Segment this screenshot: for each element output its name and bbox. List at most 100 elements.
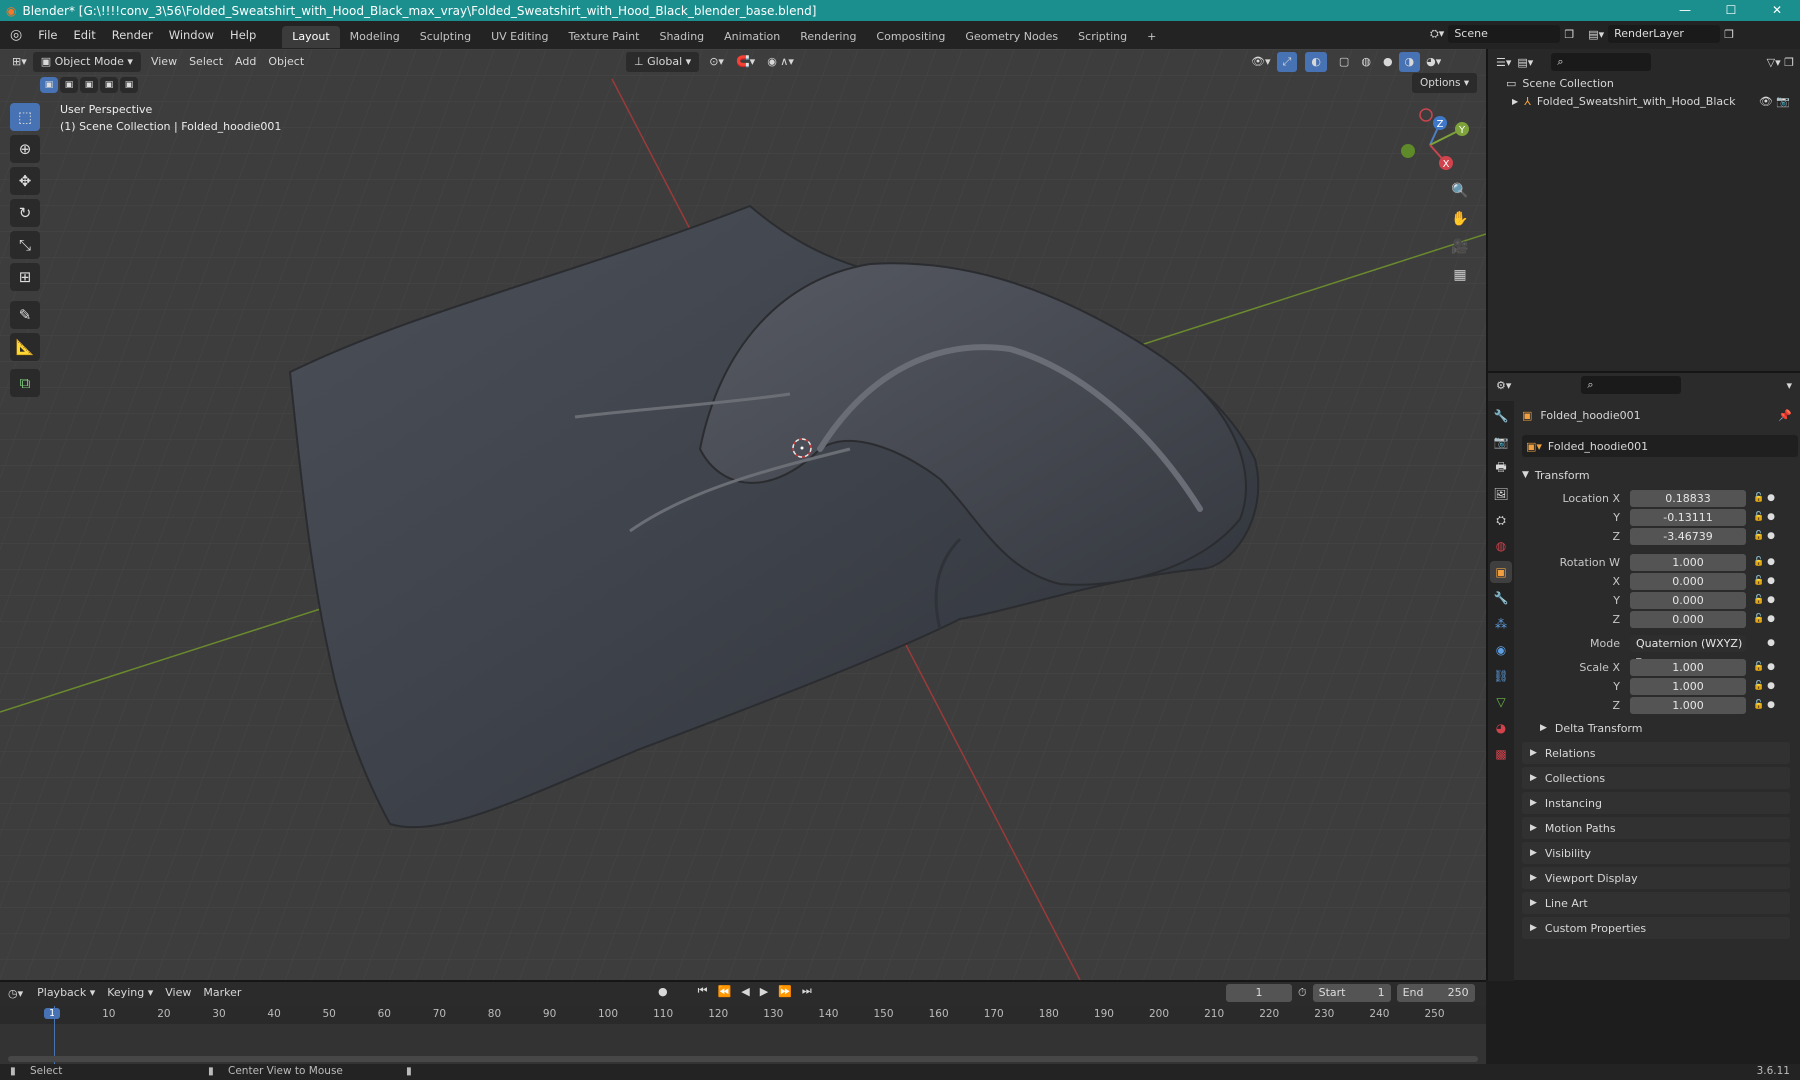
- rotation-mode-dropdown[interactable]: Quaternion (WXYZ) ▾: [1630, 634, 1746, 667]
- menu-edit[interactable]: Edit: [65, 21, 103, 49]
- add-workspace-button[interactable]: +: [1137, 26, 1166, 48]
- ortho-grid-icon[interactable]: ▦: [1448, 263, 1472, 287]
- keyframe-dot-icon[interactable]: ●: [1766, 576, 1776, 586]
- timeline-editor-icon[interactable]: ◷▾: [8, 987, 23, 1000]
- rotation-w-field[interactable]: 1.000: [1630, 553, 1746, 571]
- keyframe-dot-icon[interactable]: ●: [1766, 614, 1776, 624]
- physics-tab-icon[interactable]: ◉: [1490, 639, 1512, 661]
- tab-shading[interactable]: Shading: [649, 26, 714, 48]
- panel-line-art[interactable]: ▶ Line Art: [1522, 892, 1790, 914]
- tool-tab-icon[interactable]: 🔧: [1490, 405, 1512, 427]
- next-keyframe-icon[interactable]: ⏩: [778, 985, 792, 998]
- panel-viewport-display[interactable]: ▶ Viewport Display: [1522, 867, 1790, 889]
- transform-panel-header[interactable]: ▼ Transform: [1522, 465, 1798, 485]
- material-shading-icon[interactable]: ◑: [1398, 52, 1421, 72]
- tab-texture-paint[interactable]: Texture Paint: [558, 26, 649, 48]
- keyframe-dot-icon[interactable]: ●: [1766, 700, 1776, 710]
- keyframe-dot-icon[interactable]: ●: [1766, 638, 1776, 648]
- tab-scripting[interactable]: Scripting: [1068, 26, 1137, 48]
- keyframe-dot-icon[interactable]: ●: [1766, 512, 1776, 522]
- render-tab-icon[interactable]: 📷: [1490, 431, 1512, 453]
- record-icon[interactable]: ●: [658, 985, 668, 998]
- lock-icon[interactable]: 🔓: [1752, 512, 1766, 522]
- lock-icon[interactable]: 🔓: [1752, 576, 1766, 586]
- play-reverse-icon[interactable]: ◀: [741, 985, 749, 998]
- new-scene-icon[interactable]: ❐: [1564, 28, 1574, 41]
- mode-selector[interactable]: ▣ Object Mode ▾: [32, 52, 141, 72]
- lock-icon[interactable]: 🔓: [1752, 493, 1766, 503]
- overlay-toggle-icon[interactable]: ◐: [1305, 52, 1327, 72]
- tab-rendering[interactable]: Rendering: [790, 26, 866, 48]
- tab-geometry-nodes[interactable]: Geometry Nodes: [955, 26, 1068, 48]
- scale-y-field[interactable]: 1.000: [1630, 677, 1746, 695]
- filter-icon[interactable]: ▽▾ ❐: [1767, 56, 1794, 69]
- xray-icon[interactable]: ▢: [1333, 52, 1355, 72]
- editor-type-icon[interactable]: ⊞▾: [6, 52, 33, 72]
- add-cube-tool-icon[interactable]: ⧉: [10, 369, 40, 397]
- lock-icon[interactable]: 🔓: [1752, 700, 1766, 710]
- location-z-field[interactable]: -3.46739: [1630, 527, 1746, 545]
- lock-icon[interactable]: 🔓: [1752, 531, 1766, 541]
- scene-collection-row[interactable]: ▭ Scene Collection: [1506, 75, 1800, 93]
- panel-instancing[interactable]: ▶ Instancing: [1522, 792, 1790, 814]
- jump-end-icon[interactable]: ⏭: [802, 984, 812, 998]
- properties-search-input[interactable]: ⌕: [1581, 376, 1682, 394]
- close-button[interactable]: ✕: [1754, 0, 1800, 21]
- lock-icon[interactable]: 🔓: [1752, 557, 1766, 567]
- menu-file[interactable]: File: [30, 21, 65, 49]
- orientation-selector[interactable]: ⊥ Global ▾: [626, 52, 700, 72]
- gizmo-toggle-icon[interactable]: ⤢: [1276, 52, 1298, 72]
- outliner-editor-icon[interactable]: ☰▾: [1496, 56, 1511, 69]
- object-tab-icon[interactable]: ▣: [1490, 561, 1512, 583]
- tab-sculpting[interactable]: Sculpting: [410, 26, 481, 48]
- panel-motion-paths[interactable]: ▶ Motion Paths: [1522, 817, 1790, 839]
- select-subtract-icon[interactable]: ▣: [80, 77, 98, 93]
- pan-hand-icon[interactable]: ✋: [1448, 207, 1472, 231]
- scale-tool-icon[interactable]: ⤡: [10, 231, 40, 259]
- wireframe-shading-icon[interactable]: ◍: [1355, 52, 1377, 72]
- tab-modeling[interactable]: Modeling: [340, 26, 410, 48]
- select-intersect-icon[interactable]: ▣: [120, 77, 138, 93]
- panel-collections[interactable]: ▶ Collections: [1522, 767, 1790, 789]
- expand-arrow-icon[interactable]: ▶: [1512, 93, 1518, 111]
- preview-range-icon[interactable]: ⏱: [1298, 986, 1307, 1000]
- output-tab-icon[interactable]: 🖶: [1490, 457, 1512, 479]
- visibility-eye-icon[interactable]: 👁 📷: [1759, 93, 1790, 111]
- data-tab-icon[interactable]: ▽: [1490, 691, 1512, 713]
- move-tool-icon[interactable]: ✥: [10, 167, 40, 195]
- menu-view[interactable]: View: [145, 52, 183, 72]
- keyframe-dot-icon[interactable]: ●: [1766, 493, 1776, 503]
- object-datablock-field[interactable]: ▣▾ Folded_hoodie001: [1522, 435, 1798, 457]
- panel-visibility[interactable]: ▶ Visibility: [1522, 842, 1790, 864]
- new-view-layer-icon[interactable]: ❐: [1724, 28, 1734, 41]
- annotate-tool-icon[interactable]: ✎: [10, 301, 40, 329]
- view-layer-selector[interactable]: RenderLayer: [1608, 25, 1721, 43]
- menu-object[interactable]: Object: [262, 52, 310, 72]
- minimize-button[interactable]: —: [1662, 0, 1708, 21]
- current-frame-field[interactable]: 1: [1226, 984, 1292, 1002]
- keyframe-dot-icon[interactable]: ●: [1766, 557, 1776, 567]
- pivot-icon[interactable]: ⊙▾: [703, 52, 730, 72]
- options-dropdown[interactable]: Options ▾: [1412, 73, 1478, 93]
- tab-animation[interactable]: Animation: [714, 26, 790, 48]
- measure-tool-icon[interactable]: 📐: [10, 333, 40, 361]
- delta-transform-panel[interactable]: ▶ Delta Transform: [1532, 717, 1790, 739]
- panel-custom-properties[interactable]: ▶ Custom Properties: [1522, 917, 1790, 939]
- proportional-edit-icon[interactable]: ◉ ∧▾: [761, 52, 800, 72]
- keyframe-dot-icon[interactable]: ●: [1766, 595, 1776, 605]
- particles-tab-icon[interactable]: ⁂: [1490, 613, 1512, 635]
- outliner-search-input[interactable]: ⌕: [1551, 53, 1652, 71]
- constraints-tab-icon[interactable]: ⛓: [1490, 665, 1512, 687]
- location-y-field[interactable]: -0.13111: [1630, 508, 1746, 526]
- timeline-area[interactable]: 1 10 20 30 40 50 60 70 80 90 100 110 120 130 140 150 16…: [0, 1006, 1486, 1064]
- select-new-icon[interactable]: ▣: [40, 77, 58, 93]
- solid-shading-icon[interactable]: ●: [1377, 52, 1399, 72]
- lock-icon[interactable]: 🔓: [1752, 681, 1766, 691]
- cursor-tool-icon[interactable]: ⊕: [10, 135, 40, 163]
- menu-help[interactable]: Help: [222, 21, 264, 49]
- rotation-z-field[interactable]: 0.000: [1630, 610, 1746, 628]
- scene-selector[interactable]: Scene: [1448, 25, 1561, 43]
- frame-ruler[interactable]: 1 10 20 30 40 50 60 70 80 90 100 110 120 130 140 150 16…: [0, 1006, 1486, 1024]
- menu-select[interactable]: Select: [183, 52, 229, 72]
- properties-options-icon[interactable]: ▾: [1786, 379, 1792, 392]
